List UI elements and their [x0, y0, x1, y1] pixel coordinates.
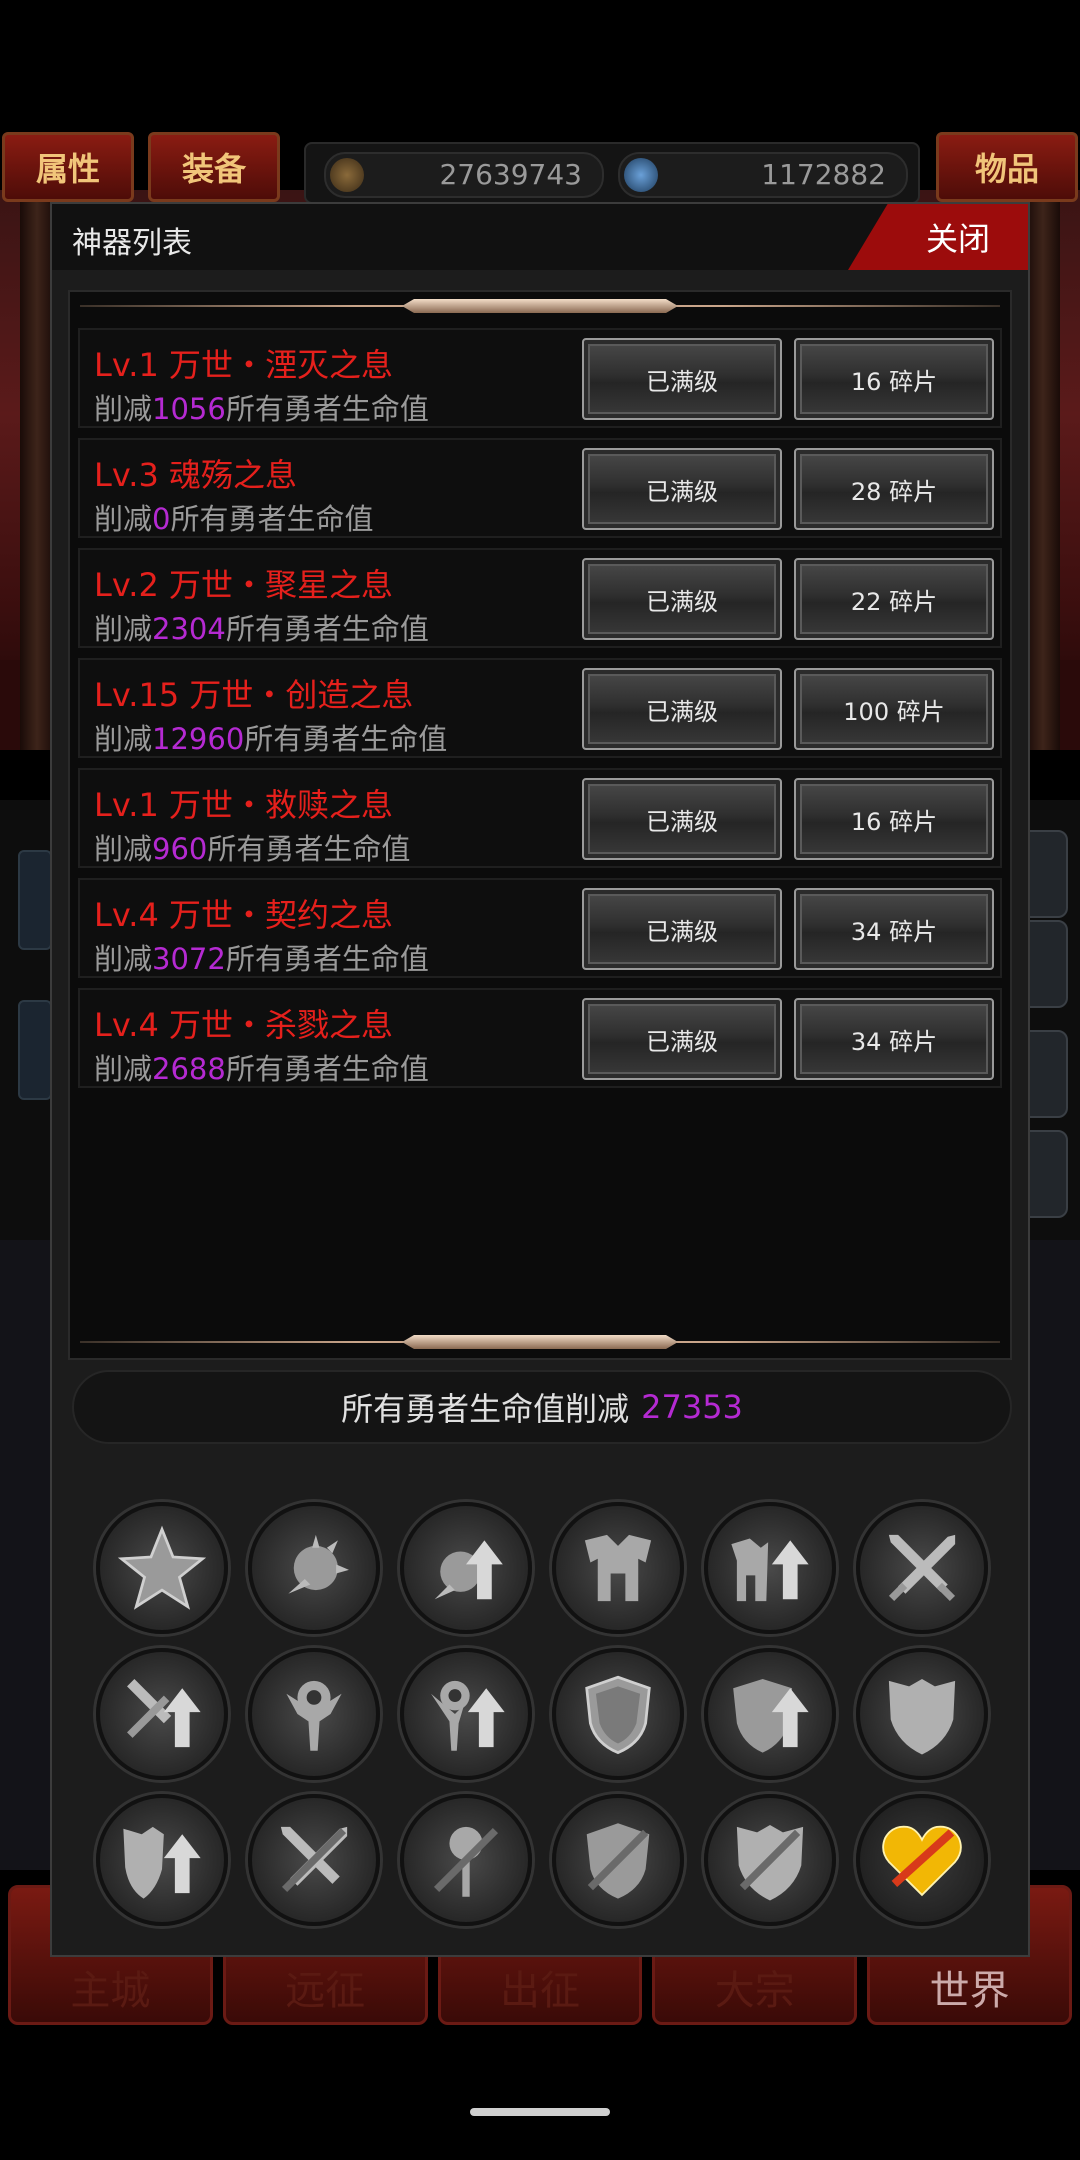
dialog-header: 神器列表 关闭 — [52, 204, 1028, 270]
fragments-button[interactable]: 34 碎片 — [794, 998, 994, 1080]
spiked-ball-up-icon[interactable] — [400, 1502, 532, 1634]
crest-shield-icon[interactable] — [856, 1648, 988, 1780]
home-indicator[interactable] — [470, 2108, 610, 2116]
artifact-title: Lv.1 万世・湮灭之息 — [94, 346, 393, 384]
crest-break-icon[interactable] — [704, 1794, 836, 1926]
log-strip — [18, 1000, 52, 1100]
coin-icon — [330, 158, 364, 192]
artifact-title: Lv.4 万世・杀戮之息 — [94, 1006, 393, 1044]
artifact-desc: 削减12960所有勇者生命值 — [94, 722, 448, 756]
resource-bar: 27639743 1172882 — [304, 142, 920, 204]
artifact-desc: 削减2688所有勇者生命值 — [94, 1052, 429, 1086]
artifact-desc: 削减3072所有勇者生命值 — [94, 942, 429, 976]
orb-break-icon[interactable] — [400, 1794, 532, 1926]
crest-shield-up-icon[interactable] — [96, 1794, 228, 1926]
artifact-row: Lv.15 万世・创造之息 削减12960所有勇者生命值 已满级 100 碎片 — [78, 658, 1002, 758]
gold-value: 27639743 — [439, 158, 582, 191]
tab-items[interactable]: 物品 — [936, 132, 1078, 202]
fragments-button[interactable]: 28 碎片 — [794, 448, 994, 530]
fragments-button[interactable]: 16 碎片 — [794, 778, 994, 860]
log-strip — [18, 850, 52, 950]
artifact-row: Lv.4 万世・杀戮之息 削减2688所有勇者生命值 已满级 34 碎片 — [78, 988, 1002, 1088]
shield-icon[interactable] — [552, 1648, 684, 1780]
gem-counter: 1172882 — [618, 152, 908, 198]
background-pillar — [1026, 190, 1060, 750]
gold-counter: 27639743 — [324, 152, 604, 198]
crossed-swords-icon[interactable] — [856, 1502, 988, 1634]
sword-up-icon[interactable] — [96, 1648, 228, 1780]
artifact-row: Lv.4 万世・契约之息 削减3072所有勇者生命值 已满级 34 碎片 — [78, 878, 1002, 978]
total-label: 所有勇者生命值削减 — [341, 1390, 630, 1428]
spiked-ball-icon[interactable] — [248, 1502, 380, 1634]
orb-staff-icon[interactable] — [248, 1648, 380, 1780]
artifact-title: Lv.2 万世・聚星之息 — [94, 566, 393, 604]
fragments-button[interactable]: 16 碎片 — [794, 338, 994, 420]
orb-staff-up-icon[interactable] — [400, 1648, 532, 1780]
artifact-desc: 削减2304所有勇者生命值 — [94, 612, 429, 646]
crossed-swords-break-icon[interactable] — [248, 1794, 380, 1926]
heart-break-icon[interactable] — [856, 1794, 988, 1926]
shield-up-icon[interactable] — [704, 1648, 836, 1780]
gem-icon — [624, 158, 658, 192]
close-button[interactable]: 关闭 — [848, 204, 1028, 270]
artifact-title: Lv.4 万世・契约之息 — [94, 896, 393, 934]
artifact-list[interactable]: Lv.1 万世・湮灭之息 削减1056所有勇者生命值 已满级 16 碎片 Lv.… — [68, 290, 1012, 1360]
artifact-row: Lv.3 魂殇之息 削减0所有勇者生命值 已满级 28 碎片 — [78, 438, 1002, 538]
tab-attributes[interactable]: 属性 — [2, 132, 134, 202]
artifact-title: Lv.15 万世・创造之息 — [94, 676, 414, 714]
total-reduction: 所有勇者生命值削减 27353 — [72, 1370, 1012, 1444]
artifact-list-dialog: 神器列表 关闭 Lv.1 万世・湮灭之息 削减1056所有勇者生命值 已满级 1… — [50, 202, 1030, 1957]
total-value: 27353 — [641, 1388, 743, 1426]
armor-up-icon[interactable] — [704, 1502, 836, 1634]
max-level-button[interactable]: 已满级 — [582, 668, 782, 750]
tab-equipment[interactable]: 装备 — [148, 132, 280, 202]
max-level-button[interactable]: 已满级 — [582, 778, 782, 860]
artifact-row: Lv.2 万世・聚星之息 削减2304所有勇者生命值 已满级 22 碎片 — [78, 548, 1002, 648]
fragments-button[interactable]: 22 碎片 — [794, 558, 994, 640]
artifact-desc: 削减1056所有勇者生命值 — [94, 392, 429, 426]
max-level-button[interactable]: 已满级 — [582, 888, 782, 970]
artifact-desc: 削减0所有勇者生命值 — [94, 502, 374, 536]
artifact-title: Lv.3 魂殇之息 — [94, 456, 297, 494]
fragments-button[interactable]: 100 碎片 — [794, 668, 994, 750]
background-pillar — [20, 190, 54, 750]
max-level-button[interactable]: 已满级 — [582, 338, 782, 420]
artifact-row: Lv.1 万世・救赎之息 削减960所有勇者生命值 已满级 16 碎片 — [78, 768, 1002, 868]
dialog-title: 神器列表 — [72, 226, 192, 261]
shield-break-icon[interactable] — [552, 1794, 684, 1926]
top-ornament — [80, 298, 1000, 314]
artifact-title: Lv.1 万世・救赎之息 — [94, 786, 393, 824]
max-level-button[interactable]: 已满级 — [582, 448, 782, 530]
gem-value: 1172882 — [761, 158, 886, 191]
fragments-button[interactable]: 34 碎片 — [794, 888, 994, 970]
max-level-button[interactable]: 已满级 — [582, 998, 782, 1080]
artifact-row: Lv.1 万世・湮灭之息 削减1056所有勇者生命值 已满级 16 碎片 — [78, 328, 1002, 428]
artifact-desc: 削减960所有勇者生命值 — [94, 832, 411, 866]
max-level-button[interactable]: 已满级 — [582, 558, 782, 640]
armor-icon[interactable] — [552, 1502, 684, 1634]
bottom-ornament — [80, 1334, 1000, 1350]
star-icon[interactable] — [96, 1502, 228, 1634]
